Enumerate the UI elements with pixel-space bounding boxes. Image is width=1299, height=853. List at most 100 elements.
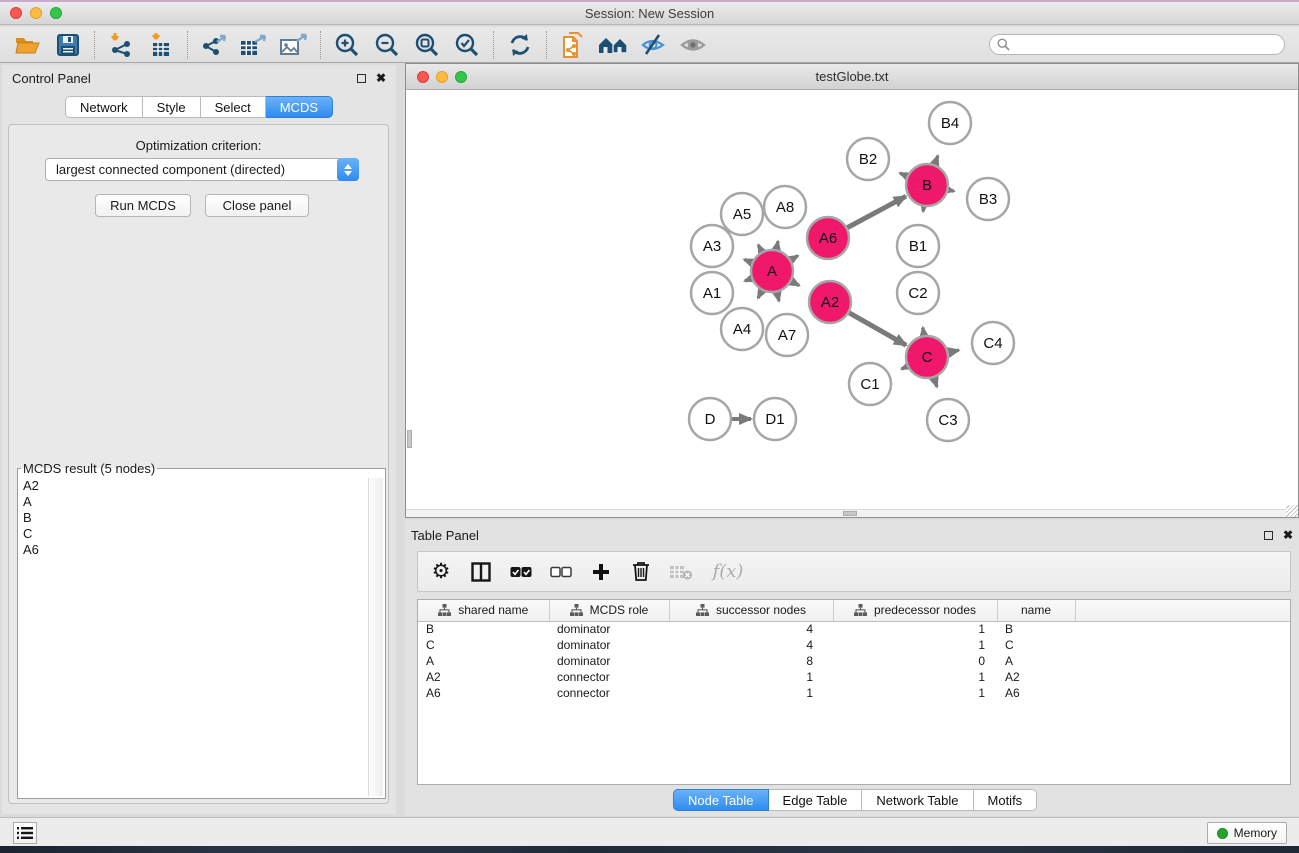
graph-node-A4[interactable]: A4 xyxy=(721,308,763,350)
network-minimize-button[interactable] xyxy=(436,71,448,83)
table-row[interactable]: Cdominator41C xyxy=(418,637,1291,653)
column-header-name[interactable]: name xyxy=(997,600,1075,621)
edge-A-A6[interactable] xyxy=(791,256,798,260)
edge-A6-B[interactable] xyxy=(847,196,905,227)
window-resize-grip[interactable] xyxy=(1286,505,1298,517)
edge-A-A1[interactable] xyxy=(745,279,751,281)
delete-column-icon[interactable] xyxy=(628,559,654,585)
import-table-icon[interactable] xyxy=(141,30,181,60)
memory-button[interactable]: Memory xyxy=(1207,822,1287,844)
graph-node-B1[interactable]: B1 xyxy=(897,225,939,267)
graph-node-B4[interactable]: B4 xyxy=(929,102,971,144)
graph-node-C2[interactable]: C2 xyxy=(897,272,939,314)
zoom-window-button[interactable] xyxy=(50,7,62,19)
table-row[interactable]: Bdominator41B xyxy=(418,621,1291,637)
search-input[interactable] xyxy=(989,34,1285,55)
graph-node-A[interactable]: A xyxy=(751,250,793,292)
save-session-icon[interactable] xyxy=(48,30,88,60)
edge-B-B4[interactable] xyxy=(935,156,938,165)
select-all-rows-icon[interactable] xyxy=(508,559,534,585)
column-header-predecessor-nodes[interactable]: predecessor nodes xyxy=(833,600,997,621)
graph-node-D1[interactable]: D1 xyxy=(754,398,796,440)
edge-B-B2[interactable] xyxy=(900,173,907,176)
edge-A-A8[interactable] xyxy=(776,241,778,249)
hide-details-icon[interactable] xyxy=(633,30,673,60)
function-builder-icon[interactable]: f(x) xyxy=(708,559,748,585)
graph-node-C1[interactable]: C1 xyxy=(849,363,891,405)
refresh-view-icon[interactable] xyxy=(500,30,540,60)
export-table-icon[interactable] xyxy=(234,30,274,60)
table-row[interactable]: A2connector11A2 xyxy=(418,669,1291,685)
column-header-MCDS-role[interactable]: MCDS role xyxy=(549,600,669,621)
tab-motifs[interactable]: Motifs xyxy=(974,789,1038,811)
edge-A-A4[interactable] xyxy=(758,291,762,298)
tab-style[interactable]: Style xyxy=(143,96,201,118)
home-networks-icon[interactable] xyxy=(593,30,633,60)
column-header-successor-nodes[interactable]: successor nodes xyxy=(669,600,833,621)
show-details-icon[interactable] xyxy=(673,30,713,60)
mcds-result-list[interactable]: A2ABCA6 xyxy=(20,478,39,558)
add-column-icon[interactable] xyxy=(588,559,614,585)
edge-A-A2[interactable] xyxy=(791,281,799,285)
result-scrollbar[interactable] xyxy=(368,478,383,796)
clone-network-icon[interactable] xyxy=(553,30,593,60)
tab-network[interactable]: Network xyxy=(65,96,143,118)
destroy-table-icon[interactable] xyxy=(668,559,694,585)
tab-node-table[interactable]: Node Table xyxy=(673,789,769,811)
import-network-icon[interactable] xyxy=(101,30,141,60)
float-panel-icon[interactable] xyxy=(357,74,366,83)
graph-node-A1[interactable]: A1 xyxy=(691,272,733,314)
zoom-out-icon[interactable] xyxy=(367,30,407,60)
edge-C-C3[interactable] xyxy=(934,378,937,387)
close-panel-icon[interactable]: ✖ xyxy=(376,72,386,84)
graph-node-B[interactable]: B xyxy=(906,164,948,206)
table-row[interactable]: A6connector11A6 xyxy=(418,685,1291,701)
edge-B-B1[interactable] xyxy=(923,207,924,212)
float-table-panel-icon[interactable] xyxy=(1264,531,1273,540)
edge-A-A7[interactable] xyxy=(777,292,779,301)
task-history-button[interactable] xyxy=(13,822,37,844)
edge-B-B3[interactable] xyxy=(948,190,953,191)
export-network-icon[interactable] xyxy=(194,30,234,60)
export-image-icon[interactable] xyxy=(274,30,314,60)
graph-node-D[interactable]: D xyxy=(689,398,731,440)
network-canvas[interactable]: B4B2BB3A5A8A6A3B1AA1C2A2A4A7CC4C1C3DD1 xyxy=(406,90,1298,510)
network-horizontal-scrollbar[interactable] xyxy=(406,509,1298,517)
tab-network-table[interactable]: Network Table xyxy=(862,789,973,811)
edge-A2-C[interactable] xyxy=(849,313,906,345)
network-zoom-button[interactable] xyxy=(455,71,467,83)
open-session-icon[interactable] xyxy=(8,30,48,60)
zoom-in-icon[interactable] xyxy=(327,30,367,60)
edge-C-C2[interactable] xyxy=(923,328,924,336)
graph-node-A6[interactable]: A6 xyxy=(807,217,849,259)
graph-node-C[interactable]: C xyxy=(906,336,948,378)
edge-A-A5[interactable] xyxy=(758,245,761,252)
close-window-button[interactable] xyxy=(10,7,22,19)
table-row[interactable]: Adominator80A xyxy=(418,653,1291,669)
column-visibility-icon[interactable] xyxy=(468,559,494,585)
graph-node-A8[interactable]: A8 xyxy=(764,186,806,228)
graph-node-B3[interactable]: B3 xyxy=(967,178,1009,220)
zoom-selected-icon[interactable] xyxy=(447,30,487,60)
table-settings-gear-icon[interactable]: ⚙ xyxy=(428,559,454,585)
tab-mcds[interactable]: MCDS xyxy=(266,96,333,118)
tab-edge-table[interactable]: Edge Table xyxy=(769,789,863,811)
edge-A-A3[interactable] xyxy=(744,259,751,262)
edge-C-C4[interactable] xyxy=(949,350,959,352)
graph-node-A3[interactable]: A3 xyxy=(691,225,733,267)
graph-node-B2[interactable]: B2 xyxy=(847,138,889,180)
optimization-criterion-dropdown[interactable]: largest connected component (directed) xyxy=(45,158,359,181)
graph-node-A7[interactable]: A7 xyxy=(766,314,808,356)
minimize-window-button[interactable] xyxy=(30,7,42,19)
tab-select[interactable]: Select xyxy=(201,96,266,118)
edge-C-C1[interactable] xyxy=(902,366,907,369)
column-header-shared-name[interactable]: shared name xyxy=(418,600,549,621)
network-close-button[interactable] xyxy=(417,71,429,83)
graph-node-A5[interactable]: A5 xyxy=(721,193,763,235)
network-vertical-scrollbar[interactable] xyxy=(406,90,413,510)
close-panel-button[interactable]: Close panel xyxy=(205,194,309,217)
graph-node-C3[interactable]: C3 xyxy=(927,399,969,441)
deselect-all-rows-icon[interactable] xyxy=(548,559,574,585)
run-mcds-button[interactable]: Run MCDS xyxy=(95,194,191,217)
zoom-fit-icon[interactable] xyxy=(407,30,447,60)
